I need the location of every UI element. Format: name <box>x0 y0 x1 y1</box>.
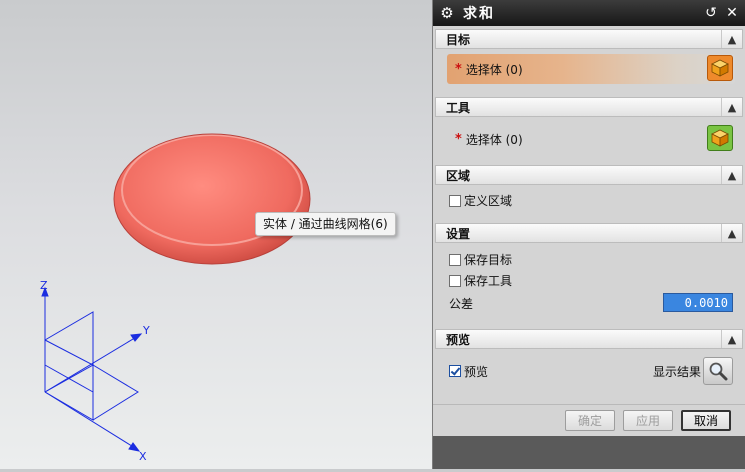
target-select-row[interactable]: * 选择体 (0) <box>447 54 735 84</box>
coordinate-triad <box>41 286 143 452</box>
section-label: 设置 <box>446 226 471 241</box>
section-label: 工具 <box>446 100 471 115</box>
dialog-button-bar: 确定 应用 取消 <box>433 404 745 435</box>
show-result-label: 显示结果 <box>652 365 701 379</box>
dialog-title: 求和 <box>463 6 495 22</box>
tolerance-label: 公差 <box>449 297 474 311</box>
solid-body[interactable] <box>113 133 311 265</box>
section-header-preview[interactable]: 预览 ▲ <box>435 329 743 349</box>
magnifier-icon <box>709 362 728 381</box>
preview-label: 预览 <box>464 364 489 379</box>
tolerance-row: 公差 <box>449 291 743 316</box>
required-mark: * <box>455 131 462 147</box>
keep-tool-option[interactable]: 保存工具 <box>449 270 743 291</box>
cancel-button[interactable]: 取消 <box>681 409 731 431</box>
section-label: 目标 <box>446 32 471 47</box>
triad-x-label: X <box>139 450 147 463</box>
triad-y-label: Y <box>142 324 150 337</box>
select-body-button[interactable] <box>707 55 733 81</box>
required-mark: * <box>455 61 462 77</box>
keep-tool-checkbox[interactable] <box>449 274 461 287</box>
triad-z-label: Z <box>40 279 48 292</box>
section-label: 区域 <box>446 168 471 183</box>
chevron-up-icon[interactable]: ▲ <box>721 98 742 116</box>
define-region-label: 定义区域 <box>464 194 513 208</box>
chevron-up-icon[interactable]: ▲ <box>721 30 742 48</box>
tool-select-label: 选择体 (0) <box>465 132 523 147</box>
section-header-tool[interactable]: 工具 ▲ <box>435 97 743 117</box>
close-icon[interactable]: ✕ <box>723 4 741 22</box>
graphics-viewport[interactable]: Z Y X 实体 / 通过曲线网格(6) <box>0 0 432 469</box>
target-select-label: 选择体 (0) <box>465 62 523 77</box>
chevron-up-icon[interactable]: ▲ <box>721 224 742 242</box>
apply-button[interactable]: 应用 <box>623 409 673 431</box>
preview-checkbox[interactable] <box>449 365 461 377</box>
section-label: 预览 <box>446 332 471 347</box>
chevron-up-icon[interactable]: ▲ <box>721 330 742 348</box>
keep-tool-label: 保存工具 <box>464 274 513 288</box>
section-header-settings[interactable]: 设置 ▲ <box>435 223 743 243</box>
unite-dialog: ⚙ 求和 ↺ ✕ 目标 ▲ * 选择体 (0) 工具 ▲ * 选择体 (0) 区… <box>432 0 745 469</box>
keep-target-checkbox[interactable] <box>449 253 461 266</box>
cube-icon <box>711 59 729 77</box>
chevron-up-icon[interactable]: ▲ <box>721 166 742 184</box>
section-header-target[interactable]: 目标 ▲ <box>435 29 743 49</box>
ok-button[interactable]: 确定 <box>565 409 615 431</box>
reset-icon[interactable]: ↺ <box>702 4 720 22</box>
section-header-region[interactable]: 区域 ▲ <box>435 165 743 185</box>
preview-row: 预览 显示结果 <box>449 353 743 389</box>
cube-icon <box>711 129 729 147</box>
keep-target-label: 保存目标 <box>464 253 513 267</box>
tool-select-row[interactable]: * 选择体 (0) <box>447 124 735 154</box>
selection-tooltip: 实体 / 通过曲线网格(6) <box>255 212 396 236</box>
show-result-button[interactable] <box>703 357 733 385</box>
define-region-checkbox[interactable] <box>449 194 461 207</box>
dialog-titlebar: ⚙ 求和 ↺ ✕ <box>433 0 745 26</box>
tolerance-input[interactable] <box>663 293 733 312</box>
keep-target-option[interactable]: 保存目标 <box>449 249 743 270</box>
background-below-dialog <box>433 436 745 469</box>
select-body-button[interactable] <box>707 125 733 151</box>
define-region-option[interactable]: 定义区域 <box>449 190 743 211</box>
gear-icon[interactable]: ⚙ <box>437 3 457 23</box>
